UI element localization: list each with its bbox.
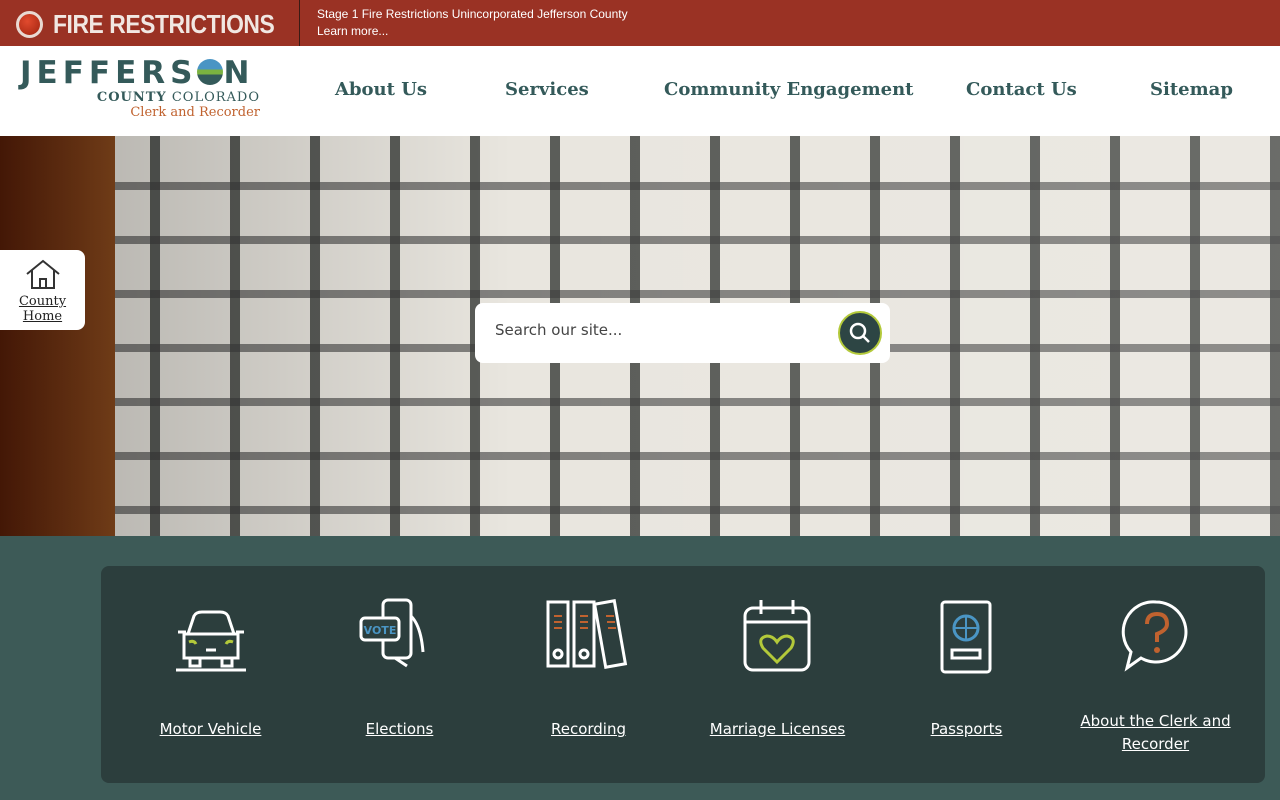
alert-dot-icon: [16, 11, 43, 38]
logo-text-end: N: [223, 55, 255, 91]
nav-sitemap[interactable]: Sitemap: [1150, 79, 1233, 100]
alert-title: FIRE RESTRICTIONS: [53, 9, 275, 39]
nav-about-us[interactable]: About Us: [335, 79, 427, 100]
search-button[interactable]: [838, 311, 882, 355]
alert-learn-more-link[interactable]: Learn more...: [317, 23, 628, 40]
question-bubble-icon: [1121, 600, 1187, 672]
vote-text: VOTE: [363, 624, 396, 637]
fire-alert-banner[interactable]: FIRE RESTRICTIONS Stage 1 Fire Restricti…: [0, 0, 1280, 46]
alert-badge: FIRE RESTRICTIONS: [16, 9, 305, 40]
logo-emblem-icon: [197, 59, 224, 85]
tile-label[interactable]: Motor Vehicle: [116, 718, 305, 741]
passport-icon: [940, 600, 991, 674]
nav-contact-us[interactable]: Contact Us: [966, 79, 1077, 100]
tile-passports[interactable]: Passports: [872, 596, 1061, 741]
tile-label[interactable]: Passports: [872, 718, 1061, 741]
county-home-link[interactable]: County Home: [0, 250, 85, 330]
search-input[interactable]: [495, 321, 815, 339]
tile-elections[interactable]: VOTE Elections: [305, 596, 494, 741]
vote-phone-icon: VOTE: [359, 598, 424, 668]
home-label-2: Home: [22, 309, 63, 324]
search-icon: [849, 322, 870, 343]
tile-label[interactable]: Recording: [494, 718, 683, 741]
logo-state: COLORADO: [171, 90, 260, 105]
tile-recording[interactable]: Recording: [494, 596, 683, 741]
home-label-1: County: [18, 294, 67, 309]
quick-links-panel: Motor Vehicle VOTE Elections Recording M…: [101, 566, 1265, 783]
divider: [299, 0, 300, 46]
house-icon: [25, 259, 60, 289]
logo-department: Clerk and Recorder: [130, 105, 260, 120]
logo[interactable]: JEFFERS N COUNTY COLORADO Clerk and Recor…: [20, 56, 260, 120]
tile-marriage-licenses[interactable]: Marriage Licenses: [683, 596, 872, 741]
nav-services[interactable]: Services: [505, 79, 589, 100]
alert-message[interactable]: Stage 1 Fire Restrictions Unincorporated…: [317, 6, 628, 23]
logo-county: COUNTY: [96, 90, 167, 105]
tile-motor-vehicle[interactable]: Motor Vehicle: [116, 596, 305, 741]
logo-text: JEFFERS: [20, 55, 198, 91]
tile-label[interactable]: Elections: [305, 718, 494, 741]
search-box: [475, 303, 890, 363]
nav-community-engagement[interactable]: Community Engagement: [664, 79, 913, 100]
car-icon: [175, 610, 246, 672]
calendar-heart-icon: [743, 600, 810, 672]
tile-about-clerk[interactable]: About the Clerk and Recorder: [1061, 596, 1250, 756]
tile-label[interactable]: Marriage Licenses: [683, 718, 872, 741]
tile-label[interactable]: About the Clerk and Recorder: [1061, 710, 1250, 756]
binders-icon: [546, 599, 627, 669]
site-header: JEFFERS N COUNTY COLORADO Clerk and Recor…: [0, 46, 1280, 136]
